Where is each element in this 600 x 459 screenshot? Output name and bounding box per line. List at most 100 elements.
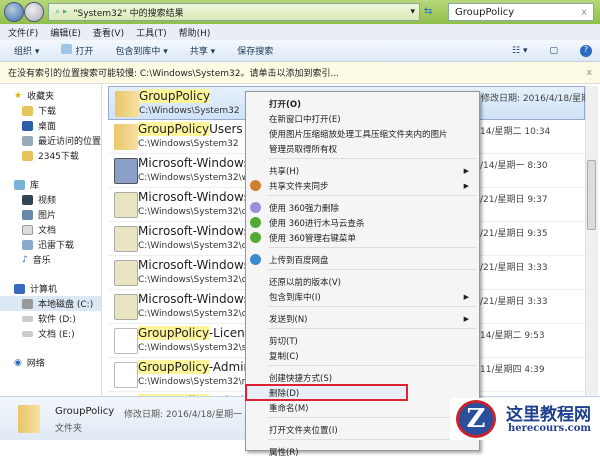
details-type: 文件夹	[55, 424, 83, 434]
dropdown-icon[interactable]: ▾	[410, 7, 415, 17]
nav-label: 音乐	[32, 256, 51, 266]
share-button[interactable]: 共享 ▾	[190, 44, 215, 57]
back-button[interactable]	[4, 2, 24, 22]
nav-item[interactable]: 最近访问的位置	[0, 133, 101, 148]
submenu-arrow-icon: ▶	[463, 314, 469, 323]
menu-edit[interactable]: 编辑(E)	[50, 26, 81, 39]
nav-item[interactable]: 2345下载	[0, 148, 101, 163]
menu-item-label: 复制(C)	[269, 351, 299, 362]
refresh-icon[interactable]: ⇆	[424, 6, 432, 17]
context-menu-item[interactable]: 重命名(M)	[246, 400, 479, 415]
nav-item[interactable]: 文档	[0, 222, 101, 237]
organize-button[interactable]: 组织 ▾	[14, 44, 39, 57]
context-menu-item[interactable]: 使用 360管理右键菜单	[246, 230, 479, 245]
nav-label: 收藏夹	[27, 92, 55, 102]
nav-libraries[interactable]: 库	[0, 177, 101, 192]
file-path: C:\Windows\System32\catr	[138, 309, 260, 319]
nav-item[interactable]: 视频	[0, 192, 101, 207]
context-menu-item[interactable]: 创建快捷方式(S)	[246, 370, 479, 385]
folder-icon	[22, 150, 33, 161]
nav-item[interactable]: 图片	[0, 207, 101, 222]
nav-favorites[interactable]: ★ 收藏夹	[0, 88, 101, 103]
clear-search-icon[interactable]: x	[581, 7, 587, 18]
nav-item[interactable]: ♪ 音乐	[0, 252, 101, 267]
context-menu-item[interactable]: 使用图片压缩缩放处理工具压缩文件夹内的图片	[246, 126, 479, 141]
search-icon: ⌕ ▸	[55, 7, 68, 17]
menu-view[interactable]: 查看(V)	[93, 26, 124, 39]
nav-label: 图片	[38, 211, 57, 221]
view-options-icon[interactable]: ☷ ▾	[512, 46, 527, 56]
scrollbar[interactable]	[585, 86, 598, 396]
nav-drive-e[interactable]: 文档 (E:)	[0, 326, 101, 341]
file-date: /21/星期日 9:37	[480, 195, 548, 205]
context-menu-item[interactable]: 打开文件夹位置(I)	[246, 422, 479, 437]
name-highlight: GroupPolicy	[138, 326, 209, 340]
menu-item-label: 共享(H)	[269, 166, 300, 177]
close-icon[interactable]: x	[587, 68, 592, 78]
menu-item-label: 剪切(T)	[269, 336, 298, 347]
navigation-pane: ★ 收藏夹 下载 桌面 最近访问的位置 2345下载 库 视频 图片 文档 迅雷下…	[0, 84, 102, 396]
menu-item-label: 打开(O)	[269, 99, 301, 110]
thunder-download-icon	[22, 239, 33, 250]
drive-icon	[22, 330, 33, 337]
nav-computer[interactable]: 计算机	[0, 281, 101, 296]
context-menu-item[interactable]: 剪切(T)	[246, 333, 479, 348]
address-bar[interactable]: ⌕ ▸ "System32" 中的搜索结果 ▾	[48, 3, 420, 21]
search-input[interactable]: GroupPolicy x	[448, 3, 594, 21]
nav-label: 桌面	[38, 122, 57, 132]
forward-button[interactable]	[24, 2, 44, 22]
context-menu-item[interactable]: 使用 360进行木马云查杀	[246, 215, 479, 230]
context-menu-item[interactable]: 使用 360强力删除	[246, 200, 479, 215]
nav-item[interactable]: 下载	[0, 103, 101, 118]
open-label: 打开	[75, 47, 94, 57]
file-path: C:\Windows\System32\catr	[138, 207, 260, 217]
menu-help[interactable]: 帮助(H)	[179, 26, 211, 39]
context-menu-item[interactable]: 共享文件夹同步 ▶	[246, 178, 479, 193]
context-menu-item[interactable]: 打开(O)	[246, 96, 479, 111]
breadcrumb[interactable]: "System32" 中的搜索结果	[73, 6, 183, 19]
menu-item-label: 在新窗口中打开(E)	[269, 114, 341, 125]
nav-label: 迅雷下载	[38, 241, 75, 251]
context-menu-item[interactable]: 复制(C)	[246, 348, 479, 363]
preview-pane-icon[interactable]: ▢	[549, 46, 558, 56]
context-menu-item[interactable]: 删除(D)	[245, 384, 408, 401]
nav-label: 最近访问的位置	[38, 137, 102, 147]
computer-icon	[14, 283, 25, 294]
file-date: /21/星期日 9:35	[480, 229, 548, 239]
help-icon[interactable]: ?	[580, 44, 592, 57]
context-menu-item[interactable]: 在新窗口中打开(E)	[246, 111, 479, 126]
menu-tools[interactable]: 工具(T)	[136, 26, 167, 39]
logo-z-icon: Z	[456, 400, 496, 438]
scrollbar-thumb[interactable]	[587, 160, 596, 230]
nav-drive-c[interactable]: 本地磁盘 (C:)	[0, 296, 101, 311]
file-path: C:\Windows\System32\catr	[138, 241, 260, 251]
context-menu-item[interactable]: 包含到库中(I) ▶	[246, 289, 479, 304]
nav-item[interactable]: 桌面	[0, 118, 101, 133]
context-menu-item[interactable]: 属性(R)	[246, 444, 479, 459]
nav-item[interactable]: 迅雷下载	[0, 237, 101, 252]
include-in-library-button[interactable]: 包含到库中 ▾	[115, 44, 167, 57]
context-menu-item[interactable]: 共享(H) ▶	[246, 163, 479, 178]
nav-label: 本地磁盘 (C:)	[38, 300, 94, 310]
folder-icon	[115, 91, 139, 117]
context-menu-item[interactable]: 发送到(N) ▶	[246, 311, 479, 326]
catalog-icon	[114, 226, 138, 252]
context-menu-item[interactable]: 管理员取得所有权	[246, 141, 479, 156]
file-path: C:\Windows\System32\spp	[138, 343, 258, 353]
context-menu-item[interactable]: 还原以前的版本(V)	[246, 274, 479, 289]
download-icon	[22, 105, 33, 116]
file-name: GroupPolicyUsers	[138, 122, 243, 136]
nav-label: 库	[30, 181, 40, 191]
menu-item-label: 使用 360管理右键菜单	[269, 233, 356, 244]
open-button[interactable]: 打开	[61, 44, 93, 57]
save-search-button[interactable]: 保存搜索	[237, 44, 273, 57]
index-info-bar[interactable]: 在没有索引的位置搜索可能较慢: C:\Windows\System32。请单击以…	[0, 62, 600, 84]
nav-drive-d[interactable]: 软件 (D:)	[0, 311, 101, 326]
context-menu-item[interactable]: 上传到百度网盘	[246, 252, 479, 267]
menu-item-label: 共享文件夹同步	[269, 181, 329, 192]
menu-item-label: 删除(D)	[269, 388, 300, 399]
menu-item-label: 创建快捷方式(S)	[269, 373, 333, 384]
nav-network[interactable]: ◉ 网络	[0, 355, 101, 370]
menu-item-label: 重命名(M)	[269, 403, 309, 414]
menu-file[interactable]: 文件(F)	[8, 26, 38, 39]
